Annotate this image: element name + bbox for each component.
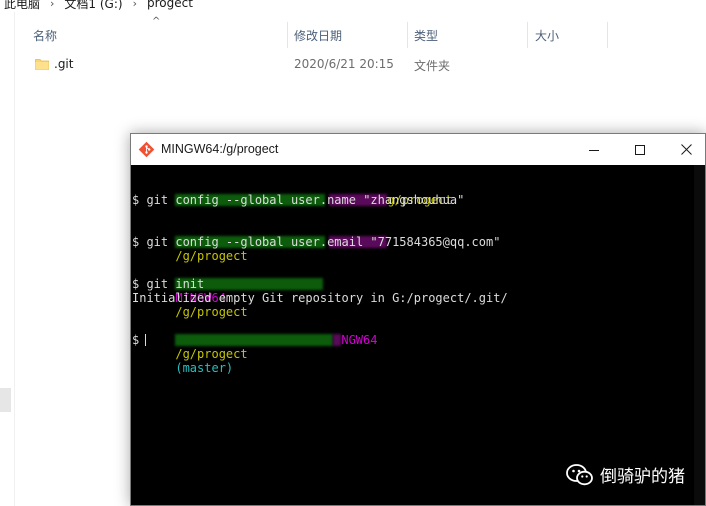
minimize-button[interactable] — [571, 134, 617, 165]
column-divider[interactable] — [527, 22, 528, 48]
command-line: $ git config --global user.email "771584… — [132, 235, 501, 249]
window-title: MINGW64:/g/progect — [161, 142, 279, 156]
chevron-right-icon: › — [132, 0, 137, 10]
close-button[interactable] — [663, 134, 706, 165]
column-header-name[interactable]: 名称 — [33, 22, 57, 48]
breadcrumb-this-pc[interactable]: 此电脑 — [0, 0, 44, 12]
minimize-icon — [589, 149, 599, 151]
maximize-icon — [635, 144, 645, 155]
column-header-size[interactable]: 大小 — [535, 22, 559, 48]
navigation-pane-edge — [0, 12, 15, 506]
input-line[interactable]: $ — [132, 333, 147, 347]
watermark-text: 倒骑驴的猪 — [600, 467, 685, 487]
prompt-path: /g/progect — [175, 347, 248, 361]
maximize-button[interactable] — [617, 134, 663, 165]
terminal-output[interactable]: g/progect $ git config --global user.nam… — [131, 165, 695, 505]
command-line: $ git init — [132, 277, 205, 291]
column-header-type[interactable]: 类型 — [414, 22, 438, 48]
column-divider[interactable] — [287, 22, 288, 48]
prompt-env: NGW64 — [341, 333, 378, 347]
file-type: 文件夹 — [414, 59, 451, 73]
redacted-host — [333, 334, 342, 346]
terminal-titlebar[interactable]: MINGW64:/g/progect — [131, 134, 705, 165]
prompt-path: /g/progect — [175, 305, 248, 319]
chevron-right-icon: › — [50, 0, 55, 10]
breadcrumb-progect[interactable]: progect — [143, 0, 197, 10]
column-header-date[interactable]: 修改日期 — [294, 22, 342, 48]
text-cursor — [145, 334, 147, 346]
redacted-user — [175, 334, 334, 346]
close-icon — [680, 144, 692, 155]
watermark: 倒骑驴的猪 — [566, 462, 685, 487]
prompt-line: NGW64 /g/progect (master) — [132, 319, 377, 389]
prompt-path: /g/progect — [175, 249, 248, 263]
column-divider[interactable] — [607, 22, 608, 48]
command-line: $ git config --global user.name "zhangsh… — [132, 193, 465, 207]
prompt-dollar: $ — [132, 333, 140, 347]
file-row-git[interactable]: .git 2020/6/21 20:15 文件夹 — [28, 54, 608, 76]
sort-ascending-icon: ^ — [152, 16, 161, 27]
wechat-icon — [566, 463, 593, 485]
git-bash-icon — [138, 141, 155, 158]
breadcrumb-drive[interactable]: 文档1 (G:) — [60, 0, 126, 12]
output-line: Initialized empty Git repository in G:/p… — [132, 291, 508, 305]
terminal-scrollbar[interactable] — [694, 165, 705, 505]
file-name: .git — [54, 57, 74, 71]
column-divider[interactable] — [407, 22, 408, 48]
terminal-window[interactable]: MINGW64:/g/progect g/progect $ git confi… — [130, 133, 706, 506]
file-date: 2020/6/21 20:15 — [294, 57, 394, 71]
navigation-scrollbar-thumb[interactable] — [0, 388, 11, 412]
git-branch: (master) — [175, 361, 234, 375]
folder-icon — [35, 59, 49, 70]
breadcrumb: 此电脑 › 文档1 (G:) › progect — [0, 0, 197, 12]
